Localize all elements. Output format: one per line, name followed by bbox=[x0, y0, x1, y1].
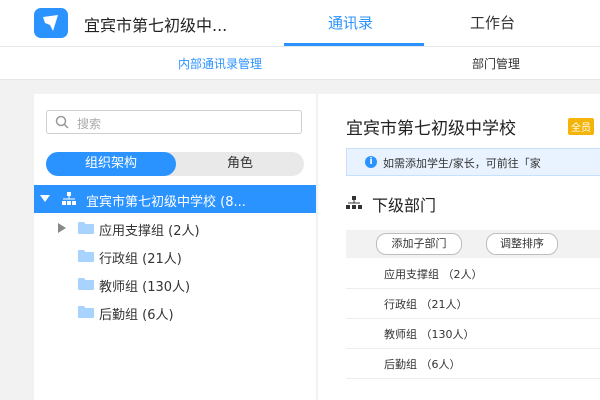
org-chart-icon bbox=[62, 192, 76, 205]
search-placeholder: 搜索 bbox=[77, 117, 102, 131]
folder-icon bbox=[78, 306, 94, 318]
department-name: 行政组 （21人） bbox=[384, 298, 468, 311]
folder-icon bbox=[78, 222, 94, 234]
tree-node-logistics[interactable]: 后勤组 (6人) bbox=[34, 300, 316, 324]
org-name[interactable]: 宜宾市第七初级中... bbox=[84, 12, 274, 36]
table-row[interactable]: 行政组 （21人） bbox=[346, 288, 600, 319]
folder-icon bbox=[78, 250, 94, 262]
sub-departments-label: 下级部门 bbox=[372, 196, 437, 215]
caret-down-icon[interactable] bbox=[40, 195, 50, 203]
add-sub-department-button[interactable]: 添加子部门 bbox=[376, 233, 462, 255]
subnav-department-management[interactable]: 部门管理 bbox=[472, 55, 520, 72]
folder-icon bbox=[78, 278, 94, 290]
table-row[interactable]: 应用支撑组 （2人） bbox=[346, 258, 600, 289]
tree-node-label: 后勤组 (6人) bbox=[99, 308, 174, 323]
org-chart-icon bbox=[346, 196, 362, 209]
tree-node-admin[interactable]: 行政组 (21人) bbox=[34, 244, 316, 268]
tree-root-node[interactable]: 宜宾市第七初级中学校 (8... bbox=[34, 185, 316, 213]
tree-node-app-support[interactable]: 应用支撑组 (2人) bbox=[34, 216, 316, 240]
tree-node-label: 应用支撑组 (2人) bbox=[99, 224, 200, 239]
table-row[interactable]: 教师组 （130人） bbox=[346, 318, 600, 349]
info-icon: i bbox=[365, 156, 377, 168]
notice-text: 如需添加学生/家长，可前往「家 bbox=[383, 157, 541, 170]
department-name: 教师组 （130人） bbox=[384, 328, 475, 341]
view-switcher: 组织架构 角色 bbox=[46, 152, 304, 176]
info-notice: i 如需添加学生/家长，可前往「家 bbox=[346, 148, 600, 176]
subnav-internal-contacts[interactable]: 内部通讯录管理 bbox=[178, 55, 262, 72]
app-logo-icon[interactable] bbox=[34, 8, 68, 38]
table-row[interactable]: 后勤组 （6人） bbox=[346, 348, 600, 379]
tree-node-label: 教师组 (130人) bbox=[99, 280, 191, 295]
status-badge: 全员 bbox=[568, 118, 594, 135]
adjust-order-button[interactable]: 调整排序 bbox=[486, 233, 558, 255]
org-tree-panel: 搜索 组织架构 角色 宜宾市第七初级中学校 (8... 应用支撑组 (2人) 行… bbox=[34, 94, 316, 400]
tree-root-label: 宜宾市第七初级中学校 (8... bbox=[86, 195, 246, 210]
department-name: 后勤组 （6人） bbox=[384, 358, 461, 371]
tree-node-label: 行政组 (21人) bbox=[99, 252, 182, 267]
tab-roles[interactable]: 角色 bbox=[176, 152, 304, 176]
sub-navigation: 内部通讯录管理 部门管理 bbox=[0, 47, 600, 80]
page-title: 宜宾市第七初级中学校 bbox=[346, 119, 516, 139]
tab-workbench[interactable]: 工作台 bbox=[470, 12, 515, 33]
top-header: 宜宾市第七初级中... 通讯录 工作台 bbox=[0, 0, 600, 47]
search-input[interactable]: 搜索 bbox=[46, 110, 302, 134]
search-icon bbox=[55, 115, 69, 129]
tab-contacts[interactable]: 通讯录 bbox=[328, 12, 373, 33]
tab-org-structure[interactable]: 组织架构 bbox=[46, 152, 176, 176]
active-tab-indicator bbox=[284, 43, 424, 46]
department-detail-panel: 宜宾市第七初级中学校 全员 i 如需添加学生/家长，可前往「家 下级部门 添加子… bbox=[318, 94, 600, 400]
caret-right-icon[interactable] bbox=[58, 223, 66, 233]
tree-node-teachers[interactable]: 教师组 (130人) bbox=[34, 272, 316, 296]
department-name: 应用支撑组 （2人） bbox=[384, 268, 483, 281]
department-toolbar: 添加子部门 调整排序 bbox=[346, 230, 600, 258]
